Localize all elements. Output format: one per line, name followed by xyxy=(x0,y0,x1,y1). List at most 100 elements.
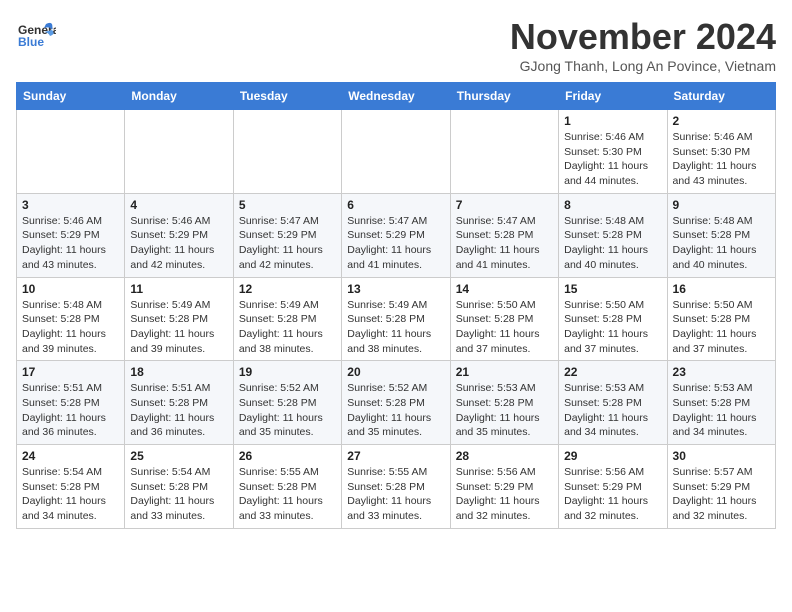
col-header-tuesday: Tuesday xyxy=(233,83,341,110)
day-info: Sunrise: 5:52 AM Sunset: 5:28 PM Dayligh… xyxy=(347,381,444,440)
calendar-cell: 28Sunrise: 5:56 AM Sunset: 5:29 PM Dayli… xyxy=(450,445,558,529)
col-header-monday: Monday xyxy=(125,83,233,110)
calendar-cell: 21Sunrise: 5:53 AM Sunset: 5:28 PM Dayli… xyxy=(450,361,558,445)
calendar-cell: 15Sunrise: 5:50 AM Sunset: 5:28 PM Dayli… xyxy=(559,277,667,361)
col-header-saturday: Saturday xyxy=(667,83,775,110)
day-number: 20 xyxy=(347,365,444,379)
calendar-cell: 2 Sunrise: 5:46 AM Sunset: 5:30 PM Daylig… xyxy=(667,110,775,194)
title-area: November 2024 GJong Thanh, Long An Povin… xyxy=(510,16,776,74)
logo-icon: General Blue xyxy=(16,16,56,56)
calendar-cell: 22Sunrise: 5:53 AM Sunset: 5:28 PM Dayli… xyxy=(559,361,667,445)
week-row-3: 10 Sunrise: 5:48 AM Sunset: 5:28 PM Dayli… xyxy=(17,277,776,361)
day-number: 13 xyxy=(347,282,444,296)
day-number: 3 xyxy=(22,198,119,212)
day-info: Sunrise: 5:46 AM Sunset: 5:30 PM Dayligh… xyxy=(673,130,770,189)
calendar-cell: 12Sunrise: 5:49 AM Sunset: 5:28 PM Dayli… xyxy=(233,277,341,361)
day-info: Sunrise: 5:50 AM Sunset: 5:28 PM Dayligh… xyxy=(456,298,553,357)
calendar-cell: 10 Sunrise: 5:48 AM Sunset: 5:28 PM Dayli… xyxy=(17,277,125,361)
calendar-cell: 18 Sunrise: 5:51 AM Sunset: 5:28 PM Dayli… xyxy=(125,361,233,445)
day-info: Sunrise: 5:54 AM Sunset: 5:28 PM Dayligh… xyxy=(22,465,119,524)
day-number: 2 xyxy=(673,114,770,128)
calendar-cell: 17 Sunrise: 5:51 AM Sunset: 5:28 PM Dayli… xyxy=(17,361,125,445)
location-subtitle: GJong Thanh, Long An Povince, Vietnam xyxy=(510,58,776,74)
day-number: 5 xyxy=(239,198,336,212)
month-title: November 2024 xyxy=(510,16,776,58)
day-number: 10 xyxy=(22,282,119,296)
day-info: Sunrise: 5:48 AM Sunset: 5:28 PM Dayligh… xyxy=(22,298,119,357)
calendar-cell: 5 Sunrise: 5:47 AM Sunset: 5:29 PM Daylig… xyxy=(233,193,341,277)
day-number: 17 xyxy=(22,365,119,379)
day-info: Sunrise: 5:48 AM Sunset: 5:28 PM Dayligh… xyxy=(564,214,661,273)
calendar-cell: 29 Sunrise: 5:56 AM Sunset: 5:29 PM Dayli… xyxy=(559,445,667,529)
day-info: Sunrise: 5:57 AM Sunset: 5:29 PM Dayligh… xyxy=(673,465,770,524)
day-number: 30 xyxy=(673,449,770,463)
week-row-1: 1 Sunrise: 5:46 AM Sunset: 5:30 PM Daylig… xyxy=(17,110,776,194)
day-number: 23 xyxy=(673,365,770,379)
day-info: Sunrise: 5:50 AM Sunset: 5:28 PM Dayligh… xyxy=(673,298,770,357)
calendar-cell xyxy=(125,110,233,194)
day-number: 9 xyxy=(673,198,770,212)
calendar-cell: 11 Sunrise: 5:49 AM Sunset: 5:28 PM Dayli… xyxy=(125,277,233,361)
day-number: 4 xyxy=(130,198,227,212)
calendar-cell xyxy=(450,110,558,194)
day-info: Sunrise: 5:49 AM Sunset: 5:28 PM Dayligh… xyxy=(239,298,336,357)
day-number: 21 xyxy=(456,365,553,379)
calendar-cell: 13 Sunrise: 5:49 AM Sunset: 5:28 PM Dayli… xyxy=(342,277,450,361)
calendar-cell xyxy=(342,110,450,194)
calendar-cell: 23 Sunrise: 5:53 AM Sunset: 5:28 PM Dayli… xyxy=(667,361,775,445)
calendar-cell: 30 Sunrise: 5:57 AM Sunset: 5:29 PM Dayli… xyxy=(667,445,775,529)
calendar-cell: 16 Sunrise: 5:50 AM Sunset: 5:28 PM Dayli… xyxy=(667,277,775,361)
day-number: 6 xyxy=(347,198,444,212)
calendar-cell xyxy=(233,110,341,194)
day-number: 19 xyxy=(239,365,336,379)
calendar-cell: 3 Sunrise: 5:46 AM Sunset: 5:29 PM Daylig… xyxy=(17,193,125,277)
header-row: SundayMondayTuesdayWednesdayThursdayFrid… xyxy=(17,83,776,110)
day-number: 8 xyxy=(564,198,661,212)
day-info: Sunrise: 5:52 AM Sunset: 5:28 PM Dayligh… xyxy=(239,381,336,440)
col-header-sunday: Sunday xyxy=(17,83,125,110)
day-info: Sunrise: 5:46 AM Sunset: 5:30 PM Dayligh… xyxy=(564,130,661,189)
day-info: Sunrise: 5:54 AM Sunset: 5:28 PM Dayligh… xyxy=(130,465,227,524)
day-info: Sunrise: 5:47 AM Sunset: 5:29 PM Dayligh… xyxy=(239,214,336,273)
calendar-cell xyxy=(17,110,125,194)
col-header-wednesday: Wednesday xyxy=(342,83,450,110)
day-number: 26 xyxy=(239,449,336,463)
day-info: Sunrise: 5:47 AM Sunset: 5:28 PM Dayligh… xyxy=(456,214,553,273)
day-number: 22 xyxy=(564,365,661,379)
day-info: Sunrise: 5:49 AM Sunset: 5:28 PM Dayligh… xyxy=(130,298,227,357)
day-info: Sunrise: 5:56 AM Sunset: 5:29 PM Dayligh… xyxy=(564,465,661,524)
calendar-cell: 9 Sunrise: 5:48 AM Sunset: 5:28 PM Daylig… xyxy=(667,193,775,277)
day-info: Sunrise: 5:51 AM Sunset: 5:28 PM Dayligh… xyxy=(22,381,119,440)
day-info: Sunrise: 5:46 AM Sunset: 5:29 PM Dayligh… xyxy=(22,214,119,273)
day-number: 24 xyxy=(22,449,119,463)
calendar-cell: 14Sunrise: 5:50 AM Sunset: 5:28 PM Dayli… xyxy=(450,277,558,361)
calendar-cell: 27Sunrise: 5:55 AM Sunset: 5:28 PM Dayli… xyxy=(342,445,450,529)
week-row-5: 24 Sunrise: 5:54 AM Sunset: 5:28 PM Dayli… xyxy=(17,445,776,529)
day-number: 18 xyxy=(130,365,227,379)
col-header-thursday: Thursday xyxy=(450,83,558,110)
week-row-4: 17 Sunrise: 5:51 AM Sunset: 5:28 PM Dayli… xyxy=(17,361,776,445)
col-header-friday: Friday xyxy=(559,83,667,110)
calendar-cell: 26Sunrise: 5:55 AM Sunset: 5:28 PM Dayli… xyxy=(233,445,341,529)
day-info: Sunrise: 5:46 AM Sunset: 5:29 PM Dayligh… xyxy=(130,214,227,273)
day-info: Sunrise: 5:49 AM Sunset: 5:28 PM Dayligh… xyxy=(347,298,444,357)
calendar-cell: 8 Sunrise: 5:48 AM Sunset: 5:28 PM Daylig… xyxy=(559,193,667,277)
calendar-cell: 19 Sunrise: 5:52 AM Sunset: 5:28 PM Dayli… xyxy=(233,361,341,445)
day-info: Sunrise: 5:53 AM Sunset: 5:28 PM Dayligh… xyxy=(673,381,770,440)
day-number: 16 xyxy=(673,282,770,296)
svg-text:Blue: Blue xyxy=(18,35,44,49)
day-info: Sunrise: 5:51 AM Sunset: 5:28 PM Dayligh… xyxy=(130,381,227,440)
day-info: Sunrise: 5:50 AM Sunset: 5:28 PM Dayligh… xyxy=(564,298,661,357)
calendar-cell: 4 Sunrise: 5:46 AM Sunset: 5:29 PM Daylig… xyxy=(125,193,233,277)
logo: General Blue xyxy=(16,16,56,56)
day-number: 25 xyxy=(130,449,227,463)
day-number: 29 xyxy=(564,449,661,463)
calendar-table: SundayMondayTuesdayWednesdayThursdayFrid… xyxy=(16,82,776,529)
day-info: Sunrise: 5:47 AM Sunset: 5:29 PM Dayligh… xyxy=(347,214,444,273)
calendar-cell: 7 Sunrise: 5:47 AM Sunset: 5:28 PM Daylig… xyxy=(450,193,558,277)
day-number: 1 xyxy=(564,114,661,128)
day-info: Sunrise: 5:56 AM Sunset: 5:29 PM Dayligh… xyxy=(456,465,553,524)
day-info: Sunrise: 5:48 AM Sunset: 5:28 PM Dayligh… xyxy=(673,214,770,273)
day-number: 7 xyxy=(456,198,553,212)
day-number: 11 xyxy=(130,282,227,296)
